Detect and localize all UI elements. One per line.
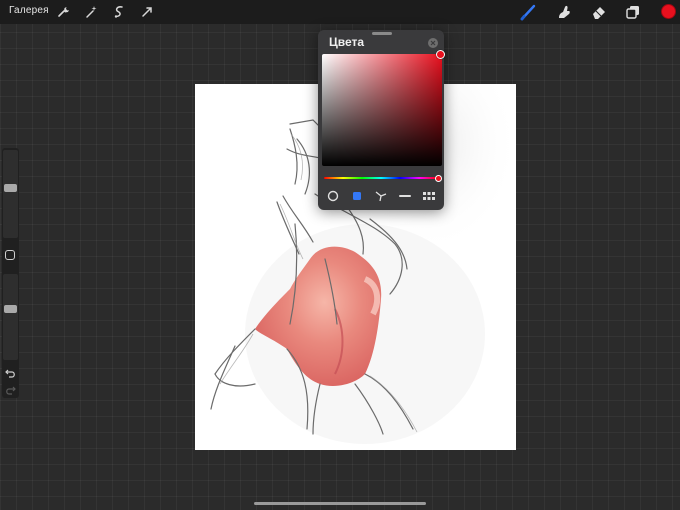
opacity-thumb[interactable] bbox=[4, 305, 17, 313]
magic-wand-icon[interactable] bbox=[82, 3, 100, 21]
brush-size-thumb[interactable] bbox=[4, 184, 17, 192]
colors-panel: Цвета bbox=[318, 30, 445, 210]
hue-slider[interactable] bbox=[324, 174, 442, 182]
square-modify-icon[interactable] bbox=[5, 250, 15, 260]
saturation-brightness-square[interactable] bbox=[322, 50, 445, 166]
panel-drag-handle[interactable] bbox=[372, 32, 392, 35]
top-toolbar: Галерея bbox=[0, 0, 680, 24]
smudge-icon[interactable] bbox=[555, 3, 573, 21]
redo-icon[interactable] bbox=[4, 384, 17, 396]
colors-panel-title: Цвета bbox=[329, 35, 365, 49]
left-sidebar bbox=[2, 148, 19, 398]
undo-icon[interactable] bbox=[4, 367, 17, 379]
home-indicator[interactable] bbox=[254, 502, 426, 505]
eraser-icon[interactable] bbox=[590, 3, 608, 21]
brush-icon[interactable] bbox=[519, 3, 537, 21]
transform-icon[interactable] bbox=[138, 3, 156, 21]
disc-mode-icon[interactable] bbox=[326, 190, 340, 202]
opacity-slider[interactable] bbox=[3, 274, 18, 360]
gallery-button[interactable]: Галерея bbox=[9, 5, 49, 16]
current-color-swatch[interactable] bbox=[661, 4, 676, 19]
close-icon[interactable] bbox=[428, 38, 438, 48]
hue-slider-knob[interactable] bbox=[435, 174, 442, 182]
layers-icon[interactable] bbox=[624, 3, 642, 21]
wrench-icon[interactable] bbox=[54, 3, 72, 21]
value-mode-icon[interactable] bbox=[398, 190, 412, 202]
palettes-mode-icon[interactable] bbox=[422, 190, 436, 202]
classic-mode-icon[interactable] bbox=[350, 190, 364, 202]
color-picker-handle[interactable] bbox=[436, 50, 445, 59]
harmony-mode-icon[interactable] bbox=[374, 190, 388, 202]
brush-size-slider[interactable] bbox=[3, 150, 18, 238]
selection-icon[interactable] bbox=[110, 3, 128, 21]
